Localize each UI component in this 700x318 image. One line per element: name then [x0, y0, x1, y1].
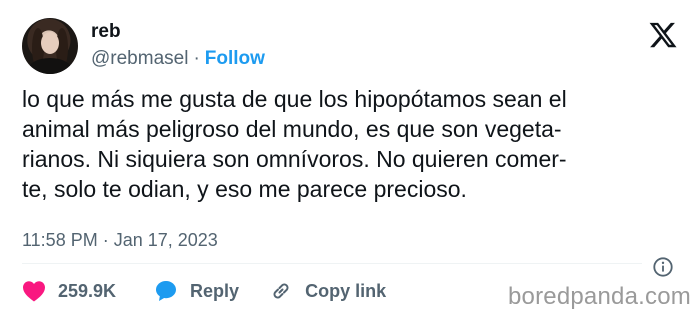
copy-link-label: Copy link	[305, 280, 387, 301]
tweet-timestamp[interactable]: 11:58 PM · Jan 17, 2023	[22, 228, 218, 252]
divider	[22, 263, 642, 264]
watermark: boredpanda.com	[508, 283, 691, 310]
author-handle[interactable]: @rebmasel	[91, 48, 188, 69]
reply-label: Reply	[190, 280, 240, 301]
speech-bubble-icon	[156, 281, 177, 301]
heart-icon	[23, 281, 45, 302]
copy-link-button[interactable]: Copy link	[269, 279, 386, 303]
tweet-line: te, solo te odian, y eso me parece preci…	[22, 176, 467, 202]
author-name[interactable]: reb	[91, 20, 121, 44]
like-button[interactable]: 259.9K	[22, 280, 116, 302]
tweet-text: lo que más me gusta de que los hipopótam…	[22, 84, 682, 204]
link-icon	[273, 283, 289, 299]
tweet-line: lo que más me gusta de que los hipopótam…	[22, 86, 567, 112]
x-logo-icon[interactable]	[648, 20, 678, 50]
follow-button[interactable]: Follow	[205, 48, 265, 69]
like-count: 259.9K	[58, 280, 117, 301]
tweet-line: animal más peligroso del mundo, es que s…	[22, 116, 562, 142]
avatar[interactable]	[22, 18, 78, 74]
avatar-face	[41, 32, 59, 54]
separator-dot: ·	[193, 48, 200, 69]
info-icon[interactable]	[652, 256, 674, 278]
author-handle-line: @rebmasel · Follow	[91, 47, 265, 71]
reply-button[interactable]: Reply	[154, 279, 239, 303]
action-bar: 259.9K Reply Copy link	[22, 278, 386, 304]
tweet-line: rianos. Ni siquiera son omnívoros. No qu…	[22, 146, 567, 172]
